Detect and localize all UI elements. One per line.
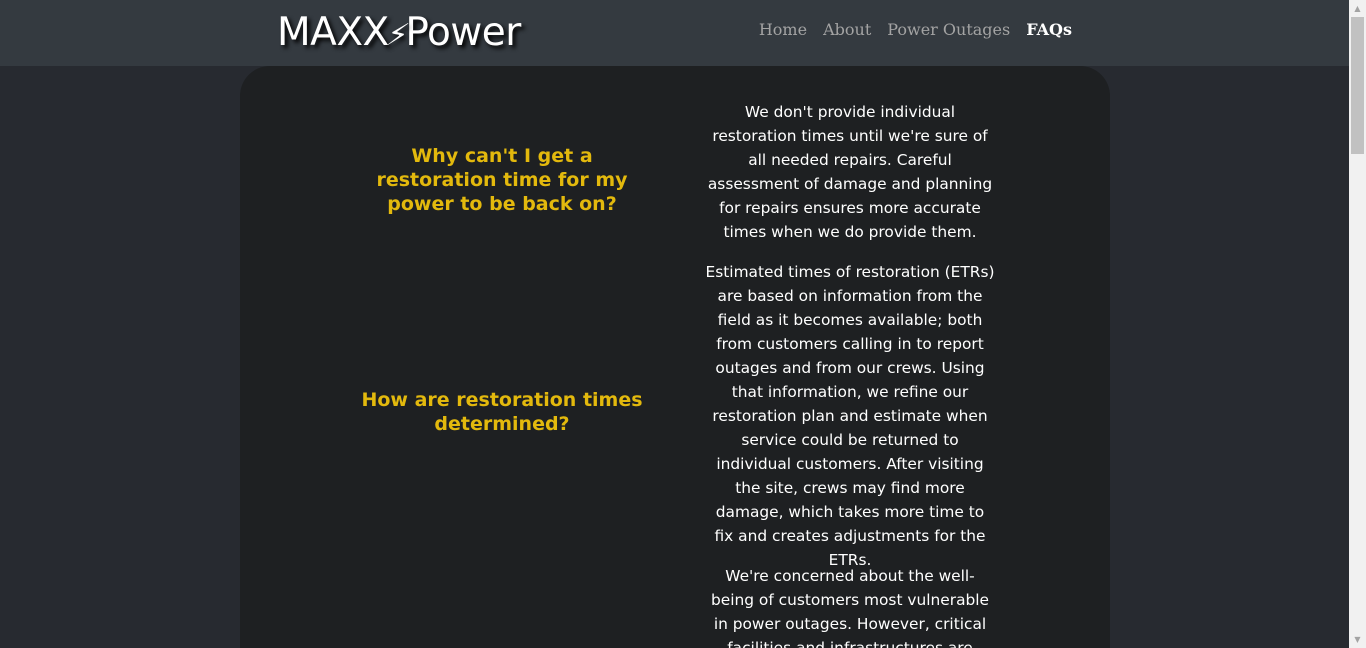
faq-question-1: Why can't I get a restoration time for m… bbox=[376, 145, 628, 215]
logo-text-maxx: MAXX bbox=[277, 10, 389, 55]
main-nav: Home About Power Outages FAQs bbox=[759, 20, 1072, 39]
scrollbar-thumb[interactable] bbox=[1351, 17, 1364, 154]
faq-question-2: How are restoration times determined? bbox=[361, 389, 643, 435]
logo-text-power: Power bbox=[405, 10, 521, 55]
vertical-scrollbar[interactable]: ▲ ▼ bbox=[1349, 0, 1366, 648]
faq-answer-1: We don't provide individual restoration … bbox=[707, 103, 993, 241]
nav-link-faqs[interactable]: FAQs bbox=[1026, 20, 1072, 39]
navbar: MAXX⚡Power Home About Power Outages FAQs bbox=[0, 0, 1349, 66]
nav-link-power-outages[interactable]: Power Outages bbox=[887, 20, 1010, 39]
scroll-up-arrow-icon[interactable]: ▲ bbox=[1349, 0, 1366, 17]
nav-link-home[interactable]: Home bbox=[759, 20, 807, 39]
nav-link-about[interactable]: About bbox=[823, 20, 871, 39]
faq-card: Why can't I get a restoration time for m… bbox=[240, 66, 1110, 648]
scroll-down-arrow-icon[interactable]: ▼ bbox=[1349, 631, 1366, 648]
faq-answer-2: Estimated times of restoration (ETRs) ar… bbox=[705, 263, 995, 569]
brand-logo[interactable]: MAXX⚡Power bbox=[277, 10, 521, 59]
faq-answer-3: We're concerned about the well-being of … bbox=[710, 567, 990, 648]
